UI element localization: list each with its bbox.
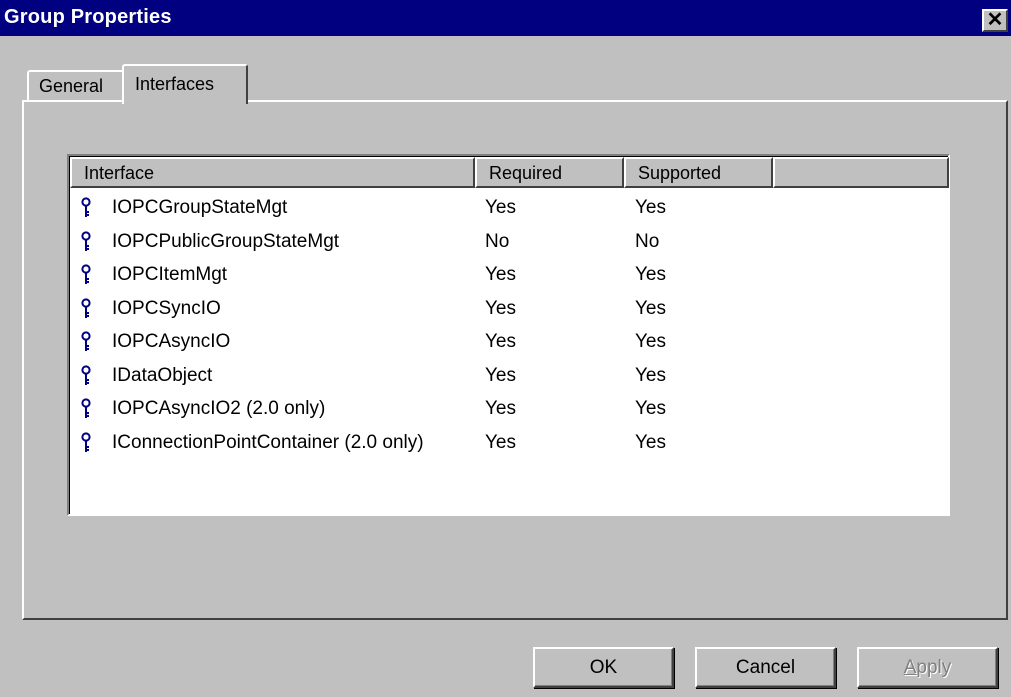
column-header-supported-label: Supported	[638, 163, 722, 183]
cell-required: Yes	[485, 264, 516, 285]
cell-required: Yes	[485, 331, 516, 352]
column-header-filler	[773, 157, 949, 188]
cell-required: Yes	[485, 398, 516, 419]
cell-supported: Yes	[635, 197, 666, 218]
interface-key-icon	[80, 331, 92, 353]
cell-interface: IOPCGroupStateMgt	[112, 197, 288, 218]
interface-key-icon	[80, 364, 92, 387]
title-bar: Group Properties ✕	[0, 0, 1011, 36]
tab-interfaces[interactable]: Interfaces	[122, 64, 248, 104]
cell-interface: IOPCPublicGroupStateMgt	[112, 230, 340, 252]
column-header-required[interactable]: Required	[475, 157, 624, 188]
table-row[interactable]: IOPCAsyncIO Yes Yes	[70, 327, 940, 360]
tab-general[interactable]: General	[27, 70, 124, 100]
apply-button: Apply	[857, 647, 998, 688]
cell-supported: Yes	[635, 297, 666, 319]
cell-supported: Yes	[635, 398, 666, 419]
cell-interface: IConnectionPointContainer (2.0 only)	[112, 431, 424, 453]
cell-required: No	[485, 230, 510, 252]
cell-supported: Yes	[635, 431, 666, 453]
table-row[interactable]: IOPCPublicGroupStateMgt No No	[70, 227, 940, 260]
cancel-button[interactable]: Cancel	[695, 647, 836, 688]
ok-button-label: OK	[589, 657, 618, 678]
table-row[interactable]: IOPCAsyncIO2 (2.0 only) Yes Yes	[70, 394, 940, 427]
interface-key-icon	[80, 398, 92, 420]
table-row[interactable]: IOPCSyncIO Yes Yes	[70, 294, 940, 327]
interface-key-icon	[80, 264, 92, 286]
window-title: Group Properties	[4, 6, 172, 28]
cell-interface: IOPCAsyncIO2 (2.0 only)	[112, 398, 326, 419]
interface-key-icon	[80, 230, 92, 253]
cell-supported: Yes	[635, 364, 666, 386]
cell-required: Yes	[485, 297, 516, 319]
cancel-button-label: Cancel	[735, 657, 796, 678]
cell-interface: IOPCAsyncIO	[112, 331, 231, 352]
cell-interface: IOPCItemMgt	[112, 264, 228, 285]
cell-interface: IDataObject	[112, 364, 213, 386]
close-icon: ✕	[986, 9, 1004, 31]
close-button[interactable]: ✕	[982, 9, 1008, 32]
column-header-supported[interactable]: Supported	[624, 157, 773, 188]
cell-supported: Yes	[635, 331, 666, 352]
table-row[interactable]: IOPCItemMgt Yes Yes	[70, 260, 940, 293]
interface-key-icon	[80, 431, 92, 454]
table-row[interactable]: IConnectionPointContainer (2.0 only) Yes Y…	[70, 428, 940, 461]
ok-button[interactable]: OK	[533, 647, 674, 688]
interface-key-icon	[80, 297, 92, 320]
apply-button-label: Apply	[903, 657, 952, 678]
interface-key-icon	[80, 197, 92, 219]
column-header-interface-label: Interface	[84, 163, 155, 183]
cell-interface: IOPCSyncIO	[112, 297, 221, 319]
tab-general-label: General	[39, 76, 104, 96]
column-header-interface[interactable]: Interface	[70, 157, 475, 188]
cell-required: Yes	[485, 197, 516, 218]
table-row[interactable]: IDataObject Yes Yes	[70, 361, 940, 394]
cell-required: Yes	[485, 431, 516, 453]
column-header-required-label: Required	[489, 163, 563, 183]
interfaces-list[interactable]: Interface Required Supported IOPCGroupSt…	[67, 154, 950, 516]
tab-interfaces-label: Interfaces	[135, 74, 215, 94]
cell-required: Yes	[485, 364, 516, 386]
cell-supported: No	[635, 230, 660, 252]
table-row[interactable]: IOPCGroupStateMgt Yes Yes	[70, 193, 940, 226]
cell-supported: Yes	[635, 264, 666, 285]
